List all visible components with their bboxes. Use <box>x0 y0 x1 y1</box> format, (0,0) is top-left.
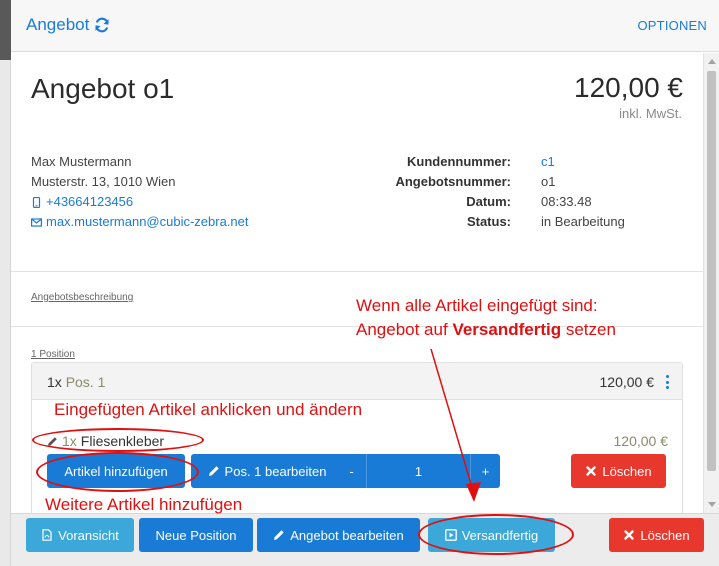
topbar-title-text: Angebot <box>26 15 90 34</box>
scroll-thumb[interactable] <box>707 71 716 471</box>
quantity-increase-button[interactable]: + <box>470 454 500 488</box>
left-edge-dark <box>0 0 11 60</box>
kebab-menu-icon[interactable] <box>666 375 670 389</box>
close-icon <box>586 466 597 476</box>
quantity-stepper: - 1 + <box>337 454 500 488</box>
customer-name: Max Mustermann <box>31 154 132 169</box>
new-position-button[interactable]: Neue Position <box>139 518 253 552</box>
position-name: Pos. 1 <box>65 374 106 390</box>
ready-to-ship-label: Versandfertig <box>461 527 539 543</box>
position-header[interactable]: 1x Pos. 1 120,00 € <box>32 363 682 400</box>
position-price: 120,00 € <box>599 374 655 390</box>
customer-phone: +43664123456 <box>46 194 134 209</box>
customer-address: Musterstr. 13, 1010 Wien <box>31 174 176 189</box>
label-customer-number: Kundennummer: <box>407 154 511 169</box>
ready-to-ship-button[interactable]: Versandfertig <box>428 518 555 552</box>
customer-number-link[interactable]: c1 <box>541 152 625 172</box>
refresh-icon[interactable] <box>94 17 110 33</box>
description-link[interactable]: Angebotsbeschreibung <box>31 292 133 303</box>
customer-email-link[interactable]: max.mustermann@cubic-zebra.net <box>31 212 249 232</box>
quote-number: o1 <box>541 174 556 189</box>
item-qty: 1x <box>62 433 77 449</box>
quantity-decrease-button[interactable]: - <box>337 454 367 488</box>
customer-block: Max Mustermann Musterstr. 13, 1010 Wien … <box>31 152 249 232</box>
scrollbar[interactable] <box>703 53 719 513</box>
divider <box>11 271 703 272</box>
meta-values: c1 o1 08:33.48 in Bearbeitung <box>541 152 625 232</box>
scroll-down-icon[interactable] <box>708 502 716 507</box>
quote-content: Angebot o1 120,00 € inkl. MwSt. Max Must… <box>11 53 703 517</box>
annotation-click-item: Eingefügten Artikel anklicken und ändern <box>54 400 363 419</box>
annotation-ready-suffix: setzen <box>565 320 616 339</box>
position-title: 1x Pos. 1 <box>47 374 105 390</box>
delete-position-button[interactable]: Löschen <box>571 454 666 488</box>
position-qty: 1x <box>47 374 62 390</box>
topbar: Angebot OPTIONEN <box>11 0 719 52</box>
item-price: 120,00 € <box>613 433 669 449</box>
edit-position-button[interactable]: Pos. 1 bearbeiten <box>191 454 343 488</box>
quote-total: 120,00 € <box>574 72 683 103</box>
item-row[interactable]: 1x Fliesenkleber <box>47 433 164 449</box>
customer-email: max.mustermann@cubic-zebra.net <box>46 214 249 229</box>
pencil-icon <box>48 436 57 446</box>
position-panel: 1x Pos. 1 120,00 € 1x Fliesenkleber 120,… <box>31 362 683 517</box>
pencil-icon <box>208 466 219 476</box>
quote-date: 08:33.48 <box>541 194 592 209</box>
label-date: Datum: <box>466 194 511 209</box>
pencil-icon <box>274 530 284 540</box>
envelope-icon <box>31 217 42 227</box>
label-status: Status: <box>466 214 511 229</box>
vat-note: inkl. MwSt. <box>619 106 682 121</box>
item-name: Fliesenkleber <box>80 433 165 449</box>
meta-labels: Kundennummer: Angebotsnummer: Datum: Sta… <box>361 152 511 232</box>
new-position-label: Neue Position <box>155 527 237 543</box>
add-item-label: Artikel hinzufügen <box>64 463 168 479</box>
edit-position-label: Pos. 1 bearbeiten <box>224 463 327 479</box>
customer-phone-link[interactable]: +43664123456 <box>31 192 249 212</box>
quantity-value[interactable]: 1 <box>367 454 470 488</box>
annotation-ready-line1: Wenn alle Artikel eingefügt sind: <box>356 296 598 315</box>
edit-quote-button[interactable]: Angebot bearbeiten <box>257 518 420 552</box>
topbar-title[interactable]: Angebot <box>26 15 110 35</box>
annotation-add-more: Weitere Artikel hinzufügen <box>45 495 243 514</box>
delete-position-label: Löschen <box>602 463 652 479</box>
options-menu[interactable]: OPTIONEN <box>638 18 708 33</box>
pdf-file-icon <box>42 529 52 541</box>
preview-button[interactable]: Voransicht <box>26 518 134 552</box>
play-square-icon <box>444 529 457 541</box>
scroll-up-icon[interactable] <box>708 59 716 64</box>
label-quote-number: Angebotsnummer: <box>395 174 511 189</box>
mobile-phone-icon <box>32 196 41 208</box>
delete-quote-button[interactable]: Löschen <box>609 518 704 552</box>
positions-link[interactable]: 1 Position <box>31 349 75 360</box>
app-window: Angebot OPTIONEN Angebot o1 120,00 € ink… <box>0 0 719 566</box>
left-edge <box>0 0 11 566</box>
annotation-ready-prefix: Angebot auf <box>356 320 448 339</box>
edit-quote-label: Angebot bearbeiten <box>290 527 404 543</box>
annotation-ready-bold: Versandfertig <box>452 320 562 339</box>
delete-quote-label: Löschen <box>640 527 690 543</box>
preview-label: Voransicht <box>58 527 119 543</box>
annotation-ready-line2: Angebot auf Versandfertig setzen <box>356 320 616 340</box>
quote-status: in Bearbeitung <box>541 214 625 229</box>
quote-title: Angebot o1 <box>31 73 175 104</box>
close-icon <box>624 530 635 540</box>
add-item-button[interactable]: Artikel hinzufügen <box>47 454 185 488</box>
